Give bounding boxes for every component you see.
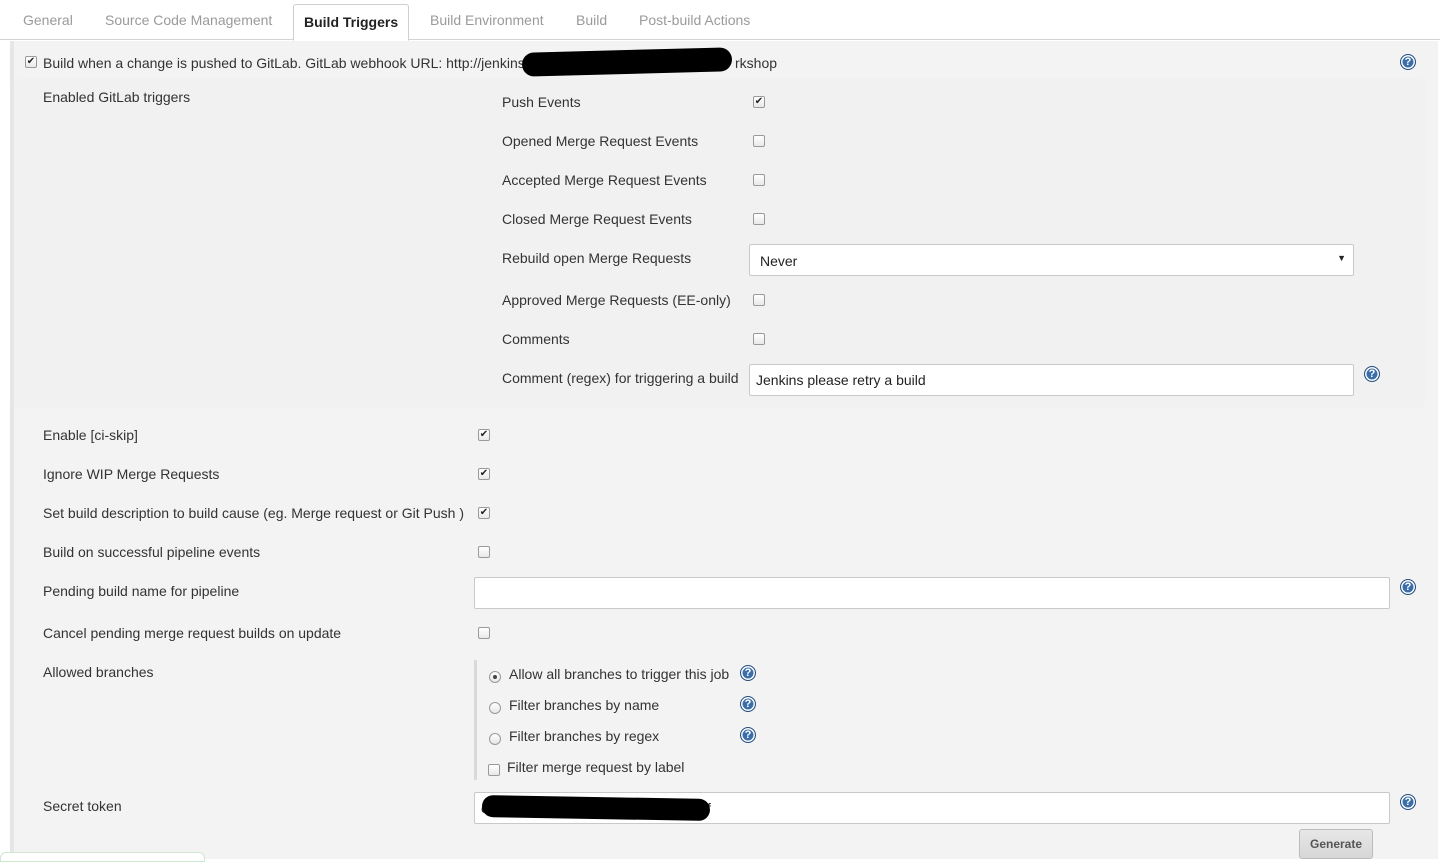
help-icon[interactable]: ? [1400,579,1416,595]
gitlab-trigger-checkbox[interactable] [25,56,37,68]
help-icon[interactable]: ? [740,696,756,712]
gitlab-trigger-label: Build when a change is pushed to GitLab.… [43,55,525,71]
gitlab-options-panel [14,78,1426,408]
filter-by-name-radio[interactable] [489,702,501,714]
approved-mr-label: Approved Merge Requests (EE-only) [502,292,731,308]
pending-build-name-label: Pending build name for pipeline [43,583,240,599]
tab-build-environment[interactable]: Build Environment [430,12,544,28]
build-on-pipeline-checkbox[interactable] [478,546,490,558]
set-build-description-label: Set build description to build cause (eg… [43,505,464,521]
filter-by-label-checkbox[interactable] [488,764,500,776]
bottom-edge-tab [0,852,205,862]
accepted-mr-events-label: Accepted Merge Request Events [502,172,707,188]
push-events-checkbox[interactable] [753,96,765,108]
filter-by-name-label: Filter branches by name [509,697,660,713]
gitlab-webhook-label-suffix: rkshop [735,55,778,71]
comment-regex-label: Comment (regex) for triggering a build [502,370,739,386]
approved-mr-checkbox[interactable] [753,294,765,306]
help-icon[interactable]: ? [1364,366,1380,382]
ignore-wip-checkbox[interactable] [478,468,490,480]
rebuild-open-mr-value: Never [760,253,798,269]
enable-ci-skip-label: Enable [ci-skip] [43,427,138,443]
push-events-label: Push Events [502,94,581,110]
opened-mr-events-label: Opened Merge Request Events [502,133,699,149]
ignore-wip-label: Ignore WIP Merge Requests [43,466,220,482]
rebuild-open-mr-select[interactable]: Never ▼ [749,244,1354,276]
allow-all-branches-label: Allow all branches to trigger this job [509,666,730,682]
pending-build-name-input[interactable] [474,577,1390,609]
help-icon[interactable]: ? [740,727,756,743]
chevron-down-icon: ▼ [1337,253,1346,263]
redaction-mark [481,795,711,821]
secret-token-label: Secret token [43,798,122,814]
comments-checkbox[interactable] [753,333,765,345]
tab-build-triggers[interactable]: Build Triggers [293,4,410,41]
gitlab-webhook-label-prefix: Build when a change is pushed to GitLab.… [43,55,525,71]
tab-build[interactable]: Build [576,12,607,28]
help-icon[interactable]: ? [1400,54,1416,70]
closed-mr-events-checkbox[interactable] [753,213,765,225]
tab-bar: General Source Code Management Build Tri… [0,0,1440,41]
filter-by-label-label: Filter merge request by label [507,759,685,775]
comments-label: Comments [502,331,570,347]
filter-by-regex-radio[interactable] [489,733,501,745]
allow-all-branches-radio[interactable] [489,671,501,683]
rebuild-open-mr-label: Rebuild open Merge Requests [502,250,692,266]
closed-mr-events-label: Closed Merge Request Events [502,211,692,227]
cancel-pending-label: Cancel pending merge request builds on u… [43,625,342,641]
tab-source-code-management[interactable]: Source Code Management [105,12,272,28]
enabled-triggers-label: Enabled GitLab triggers [43,89,191,105]
opened-mr-events-checkbox[interactable] [753,135,765,147]
help-icon[interactable]: ? [740,665,756,681]
cancel-pending-checkbox[interactable] [478,627,490,639]
tab-post-build-actions[interactable]: Post-build Actions [639,12,750,28]
radio-group-border [474,660,477,780]
comment-regex-input[interactable] [749,364,1354,396]
filter-by-regex-label: Filter branches by regex [509,728,660,744]
build-on-pipeline-label: Build on successful pipeline events [43,544,261,560]
set-build-description-checkbox[interactable] [478,507,490,519]
enable-ci-skip-checkbox[interactable] [478,429,490,441]
accepted-mr-events-checkbox[interactable] [753,174,765,186]
allowed-branches-label: Allowed branches [43,664,154,680]
tab-general[interactable]: General [23,12,73,28]
help-icon[interactable]: ? [1400,794,1416,810]
generate-button[interactable]: Generate [1299,829,1373,859]
